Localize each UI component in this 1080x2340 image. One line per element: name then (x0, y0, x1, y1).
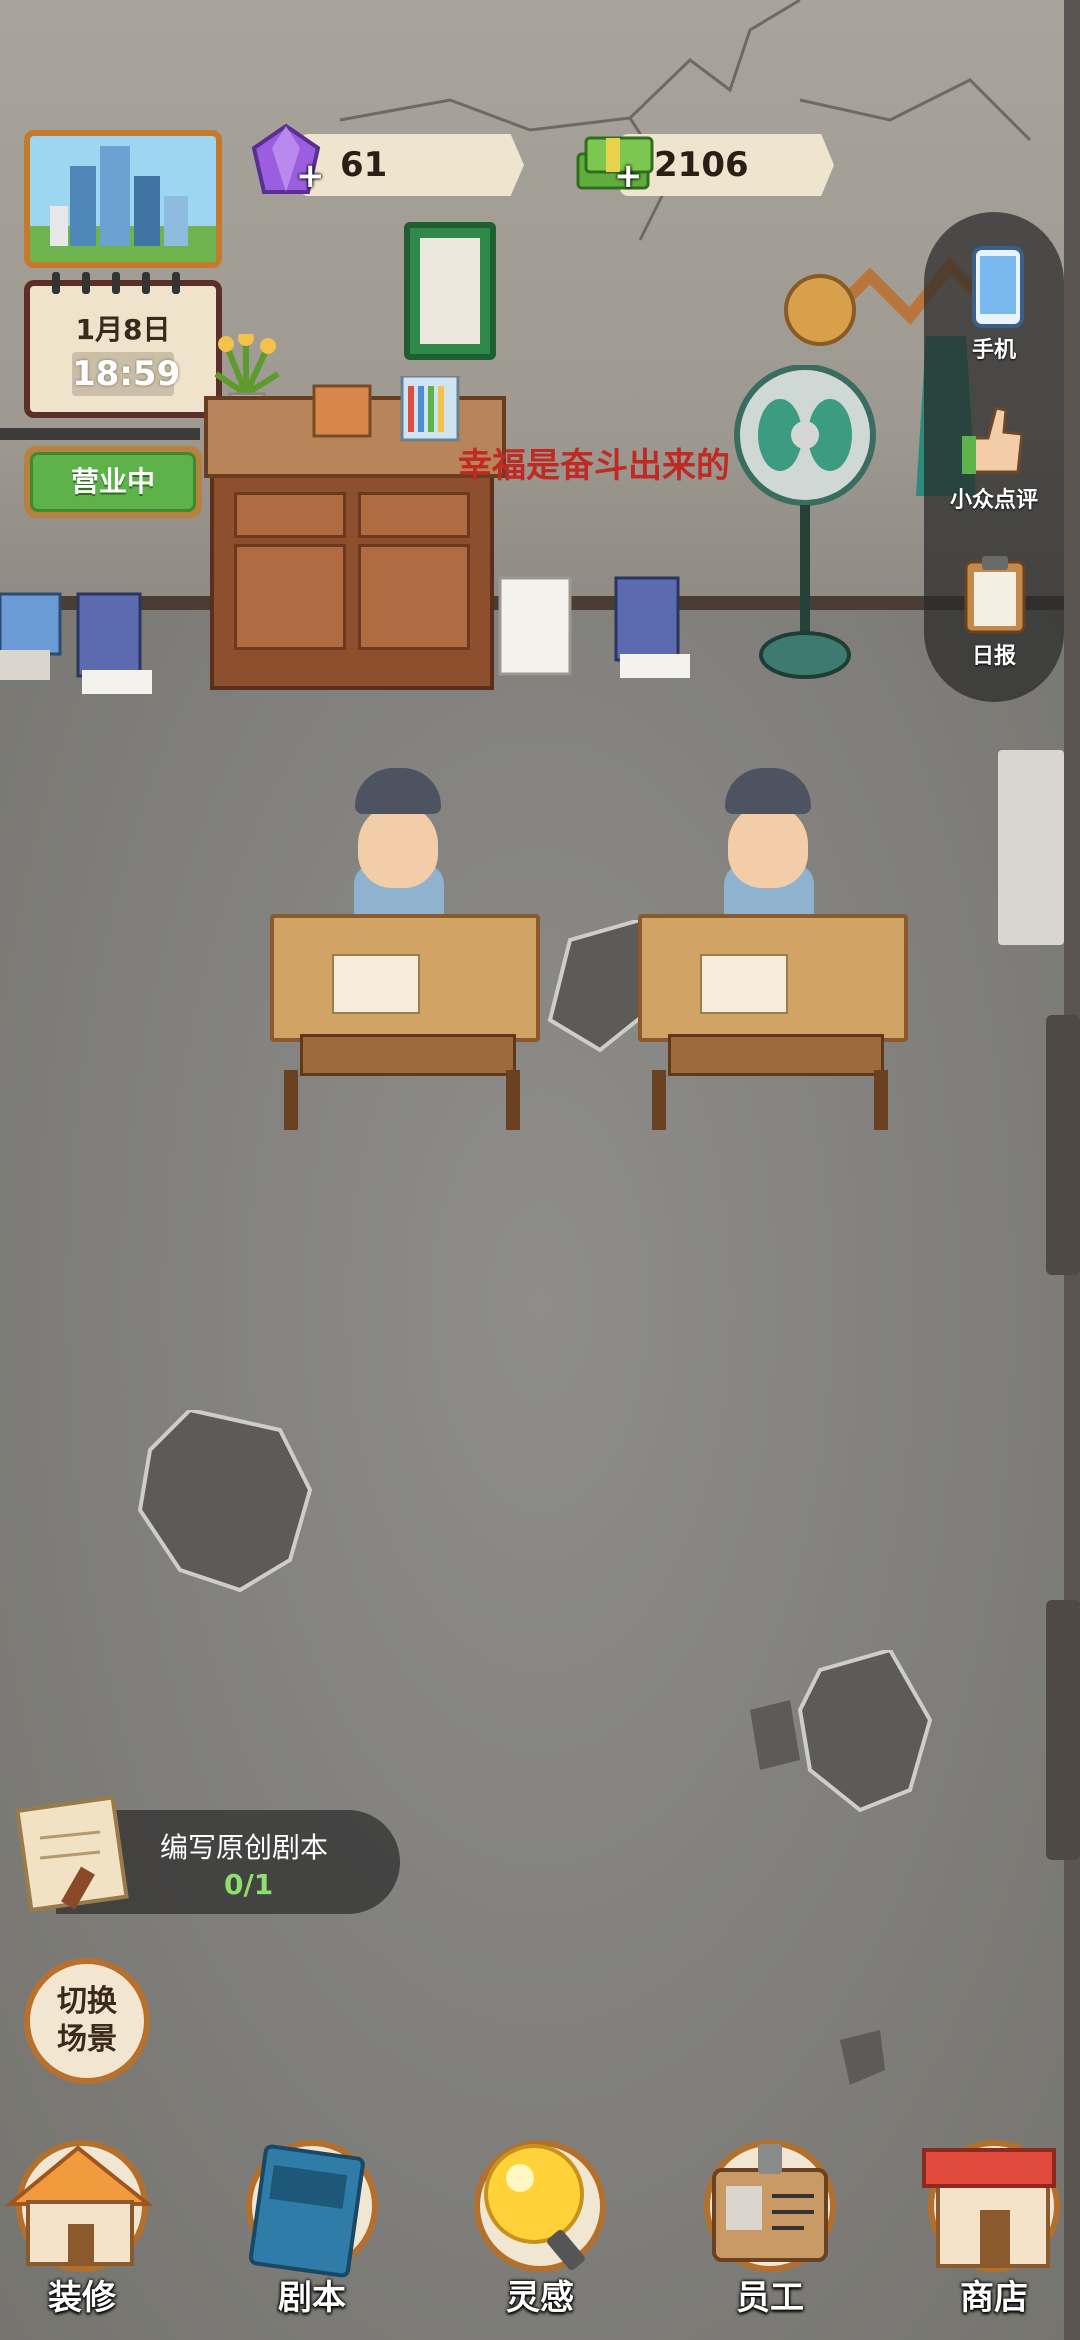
wall-post-2 (1046, 1600, 1080, 1860)
books-on-cabinet (312, 376, 460, 442)
house-icon (4, 2145, 154, 2266)
floor-hole-4 (840, 2030, 885, 2085)
daily-report-label: 日报 (971, 644, 1016, 669)
wall-picture-frame (404, 222, 496, 360)
phone-icon (972, 246, 1024, 328)
side-menu-phone[interactable]: 手机 (924, 246, 1064, 364)
side-menu: 手机 小众点评 日报 (924, 212, 1064, 702)
cash-count: 2106 (654, 145, 749, 185)
quest-title: 编写原创剧本 (160, 1831, 329, 1864)
add-gems-button[interactable]: + (296, 156, 325, 196)
nav-script[interactable]: 剧本 (232, 2130, 392, 2330)
scroll-icon (15, 1795, 129, 1913)
writer-desk-1[interactable] (270, 768, 540, 1130)
nav-inspiration-label: 灵感 (506, 2278, 574, 2318)
book-stack-3 (614, 576, 690, 678)
nav-decorate-label: 装修 (48, 2278, 116, 2318)
quest-progress: 0/1 (224, 1868, 274, 1901)
calendar-date: 1月8日 (75, 313, 171, 346)
gem-count: 61 (340, 145, 388, 185)
book-stack-1 (0, 592, 62, 680)
nav-shop-label: 商店 (960, 2278, 1028, 2318)
clock-time: 18:59 (72, 352, 181, 396)
id-badge-icon (712, 2144, 828, 2262)
floor-hole-1 (137, 1410, 313, 1593)
nav-inspiration[interactable]: 灵感 (460, 2130, 620, 2330)
writer-desk-2[interactable] (638, 768, 908, 1130)
nav-staff-label: 员工 (736, 2278, 804, 2318)
floor-hole-2 (750, 1650, 933, 1813)
phone-label: 手机 (971, 338, 1016, 363)
gem-counter[interactable]: 61 (300, 134, 524, 196)
switch-scene-button[interactable]: 切换场景 (24, 1958, 150, 2084)
book-stack-2 (76, 592, 152, 694)
reviews-label: 小众点评 (949, 488, 1038, 513)
wall-slogan: 幸福是奋斗出来的 (458, 446, 730, 486)
switch-scene-label: 切换场景 (57, 1984, 117, 2057)
business-status-label: 营业中 (30, 452, 196, 512)
script-book-icon (248, 2144, 365, 2278)
lightbulb-icon (484, 2144, 585, 2271)
city-skyline-icon (30, 146, 216, 262)
electric-fan (734, 365, 876, 679)
side-menu-reviews[interactable]: 小众点评 (924, 396, 1064, 514)
side-menu-daily-report[interactable]: 日报 (924, 552, 1064, 670)
city-map-button[interactable] (24, 130, 222, 268)
sign-hanger-bar (0, 428, 200, 440)
paper-stack (498, 576, 572, 676)
business-status-sign[interactable]: 营业中 (24, 446, 202, 518)
add-cash-button[interactable]: + (614, 156, 643, 196)
clipboard-icon (964, 556, 1026, 634)
side-door (998, 750, 1064, 945)
nav-decorate[interactable]: 装修 (2, 2130, 162, 2330)
wall-post-1 (1046, 1015, 1080, 1275)
shop-icon (922, 2148, 1056, 2268)
thumbs-up-icon (962, 406, 1024, 474)
nav-shop[interactable]: 商店 (914, 2130, 1074, 2330)
calendar-clock: 1月8日 18:59 (24, 272, 222, 418)
nav-script-label: 剧本 (278, 2278, 346, 2318)
nav-staff[interactable]: 员工 (690, 2130, 850, 2330)
